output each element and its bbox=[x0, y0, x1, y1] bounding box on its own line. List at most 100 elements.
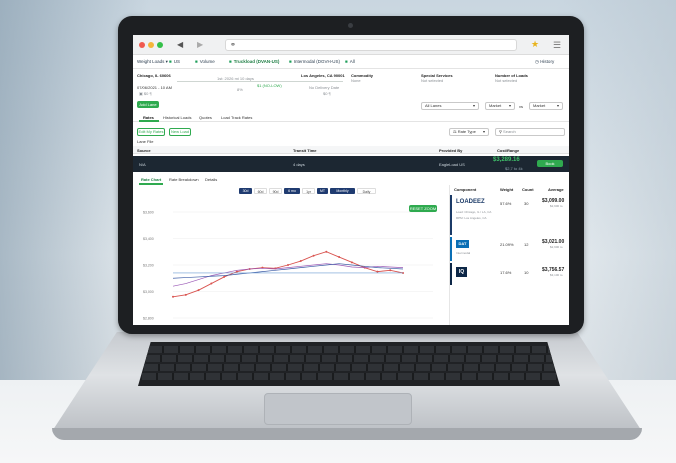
subtab-load-track-rates[interactable]: Load Track Rates bbox=[221, 115, 252, 120]
key-row bbox=[144, 364, 554, 371]
market-select-2[interactable]: Market ▾ bbox=[529, 102, 563, 110]
reset-zoom-button[interactable]: RESET ZOOM bbox=[409, 205, 437, 212]
tab-all[interactable]: ■ All bbox=[345, 59, 355, 64]
data-point[interactable] bbox=[235, 270, 238, 273]
y-tick-label: $2,800 bbox=[143, 317, 154, 321]
vs-label: vs bbox=[519, 104, 523, 109]
provider-weight: 17.6% bbox=[500, 270, 512, 275]
data-point[interactable] bbox=[172, 295, 174, 298]
calendar-icon[interactable]: ▣ $0 ¶ bbox=[139, 91, 152, 96]
row-price: $3,289.16 bbox=[493, 157, 520, 163]
forward-arrow-icon[interactable]: ▶ bbox=[197, 40, 203, 49]
laptop-screen: ◀ ▶ ⚭ ★ ☰ Weight Loads ▾ ■ US ■ Volume ■ Tr… bbox=[133, 35, 569, 325]
rate-chart-svg: $3,600 $3,400 $3,200 $3,000 $2,800 bbox=[143, 211, 433, 321]
address-bar[interactable]: ⚭ bbox=[225, 39, 517, 51]
maximize-window-dot[interactable] bbox=[157, 42, 163, 48]
delivery-date: No Delivery Date bbox=[309, 85, 340, 90]
subtab-quotes[interactable]: Quotes bbox=[199, 115, 212, 120]
back-arrow-icon[interactable]: ◀ bbox=[177, 40, 183, 49]
active-subtab-indicator bbox=[139, 120, 159, 122]
data-point[interactable] bbox=[299, 260, 302, 263]
provider-note: Load: Chicago, IL / LA, CA bbox=[456, 210, 492, 214]
market-select-1[interactable]: Market ▾ bbox=[485, 102, 515, 110]
tab-all-label: All bbox=[349, 59, 355, 64]
book-button[interactable]: Book bbox=[537, 160, 563, 167]
chevron-down-icon: ▾ bbox=[472, 103, 475, 108]
pickup-date: 07/06/2021 - 10 AM bbox=[137, 85, 172, 90]
commodity-value[interactable]: None bbox=[351, 78, 361, 83]
lock-icon: ⚭ bbox=[230, 42, 236, 49]
close-window-dot[interactable] bbox=[139, 42, 145, 48]
data-point[interactable] bbox=[338, 256, 341, 259]
tab-rate-breakdown[interactable]: Rate Breakdown bbox=[169, 177, 199, 182]
data-point[interactable] bbox=[389, 269, 392, 272]
col-provided-by: Provided By bbox=[439, 148, 463, 153]
provider-accent bbox=[450, 195, 452, 235]
data-point[interactable] bbox=[210, 282, 213, 285]
grid-icon: ■ bbox=[345, 59, 348, 64]
tab-truckload[interactable]: ■ Truckload (DVAN-US) bbox=[229, 59, 279, 64]
history-link[interactable]: ◷ History bbox=[535, 59, 554, 65]
provider-accent bbox=[450, 237, 452, 261]
search-input[interactable]: ⚲ Search bbox=[495, 128, 565, 136]
minimize-window-dot[interactable] bbox=[148, 42, 154, 48]
special-services-value[interactable]: Not selected bbox=[421, 78, 443, 83]
y-tick-label: $3,400 bbox=[143, 237, 154, 241]
data-point[interactable] bbox=[325, 250, 328, 253]
col-transit: Transit Time bbox=[293, 148, 317, 153]
origin-city: Chicago, IL 60606 bbox=[137, 73, 171, 78]
edit-my-rates-button[interactable]: Edit My Rates bbox=[137, 128, 165, 136]
provider-accent bbox=[450, 263, 452, 285]
rate-type-select[interactable]: ⚖ Rate Type ▾ bbox=[449, 128, 489, 136]
tab-details[interactable]: Details bbox=[205, 177, 217, 182]
provider-average-sub: $3,100 to bbox=[550, 273, 563, 277]
browser-chrome: ◀ ▶ ⚭ ★ ☰ bbox=[133, 35, 569, 55]
app-tabs: Weight Loads ▾ ■ US ■ Volume ■ Truckload (D… bbox=[133, 56, 569, 69]
providers-col-weight: Weight bbox=[500, 187, 514, 192]
tab-us-label: US bbox=[173, 59, 180, 64]
destination-city: Los Angeles, CA 90001 bbox=[301, 73, 345, 78]
active-chart-tab-indicator bbox=[139, 183, 163, 185]
provider-weight: 21.09% bbox=[500, 242, 514, 247]
data-point[interactable] bbox=[350, 261, 353, 264]
data-point[interactable] bbox=[287, 264, 289, 266]
data-point[interactable] bbox=[312, 254, 315, 257]
subtab-historical-loads[interactable]: Historical Loads bbox=[163, 115, 191, 120]
star-icon[interactable]: ★ bbox=[531, 39, 539, 50]
tab-volume[interactable]: ■ Volume bbox=[195, 59, 215, 64]
hamburger-icon[interactable]: ☰ bbox=[553, 40, 561, 51]
tab-us[interactable]: ■ US bbox=[169, 59, 180, 64]
col-source: Source bbox=[137, 148, 151, 153]
rate-type-label: Rate Type bbox=[457, 129, 476, 134]
key-row bbox=[148, 346, 550, 353]
provider-count: 30 bbox=[524, 201, 529, 206]
lane-file-label: Lane File bbox=[137, 139, 154, 144]
add-lane-button[interactable]: Add Lane bbox=[137, 101, 159, 108]
chevron-down-icon: ▾ bbox=[556, 103, 559, 108]
lane-note: 1st: 2026 mi 10 days bbox=[217, 76, 254, 81]
y-tick-label: $3,000 bbox=[143, 290, 154, 294]
data-point[interactable] bbox=[184, 293, 187, 296]
key-row bbox=[142, 373, 556, 380]
data-point[interactable] bbox=[197, 289, 200, 292]
provider-count: 12 bbox=[524, 242, 529, 247]
tab-intermodal[interactable]: ■ Intermodal (DGVH-US) bbox=[289, 59, 340, 64]
rate-chart: $3,600 $3,400 $3,200 $3,000 $2,800 bbox=[137, 190, 443, 321]
laptop-trackpad bbox=[264, 393, 412, 425]
provider-weight: 57.6% bbox=[500, 201, 512, 206]
number-of-loads-value[interactable]: Not selected bbox=[495, 78, 517, 83]
rate-badge: $1 (NO-LOW) bbox=[257, 83, 282, 88]
webcam bbox=[348, 23, 353, 28]
col-cost-range: Cost/Range bbox=[497, 148, 520, 153]
loadeez-logo: LOADEEZ bbox=[456, 199, 485, 205]
tab-rate-chart[interactable]: Rate Chart bbox=[141, 177, 161, 182]
data-point[interactable] bbox=[376, 270, 379, 273]
all-lanes-select[interactable]: All Lanes ▾ bbox=[421, 102, 479, 110]
data-point[interactable] bbox=[223, 275, 226, 278]
tab-weight-loads[interactable]: Weight Loads ▾ bbox=[137, 59, 168, 65]
dat-logo: DAT bbox=[456, 240, 469, 248]
iq-logo: IQ bbox=[456, 267, 467, 277]
truck-icon: ■ bbox=[229, 59, 232, 64]
providers-col-average: Average bbox=[548, 187, 564, 192]
new-load-button[interactable]: New Load bbox=[169, 128, 191, 136]
